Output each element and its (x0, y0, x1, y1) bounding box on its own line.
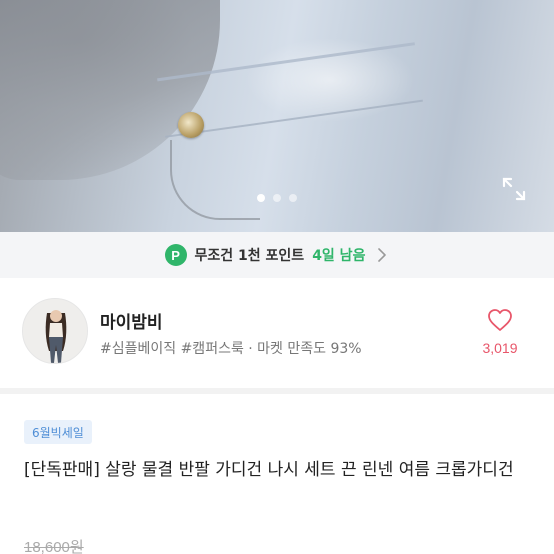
carousel-dot (289, 194, 297, 202)
product-image-carousel[interactable] (0, 0, 554, 232)
points-banner[interactable]: P 무조건 1천 포인트 4일 남음 (0, 232, 554, 278)
carousel-dot (273, 194, 281, 202)
shop-name[interactable]: 마이밤비 (100, 308, 163, 333)
carousel-dot-active (257, 194, 265, 202)
shop-avatar-image (23, 299, 87, 363)
jeans-button (178, 112, 204, 138)
points-badge-icon: P (164, 244, 187, 266)
heart-icon (488, 309, 512, 331)
section-divider (0, 388, 554, 394)
chevron-right-icon (378, 248, 387, 262)
like-count: 3,019 (482, 340, 518, 356)
points-text: 무조건 1천 포인트 (194, 248, 305, 264)
product-title: [단독판매] 살랑 물결 반팔 가디건 나시 세트 끈 린넨 여름 크롭가디건 (24, 460, 514, 480)
shop-avatar[interactable] (22, 298, 88, 364)
drawstring (170, 140, 260, 220)
original-price: 18,600원 (24, 539, 84, 554)
like-button[interactable]: 3,019 (470, 308, 530, 356)
points-days-left: 4일 남음 (312, 248, 366, 264)
expand-icon[interactable] (500, 175, 528, 203)
shop-tags: #심플베이직 #캠퍼스룩 · 마켓 만족도 93% (100, 341, 362, 357)
shop-info[interactable]: 마이밤비 #심플베이직 #캠퍼스룩 · 마켓 만족도 93% 3,019 (0, 290, 554, 372)
carousel-indicator (0, 194, 554, 202)
sale-tag: 6월빅세일 (24, 420, 92, 444)
